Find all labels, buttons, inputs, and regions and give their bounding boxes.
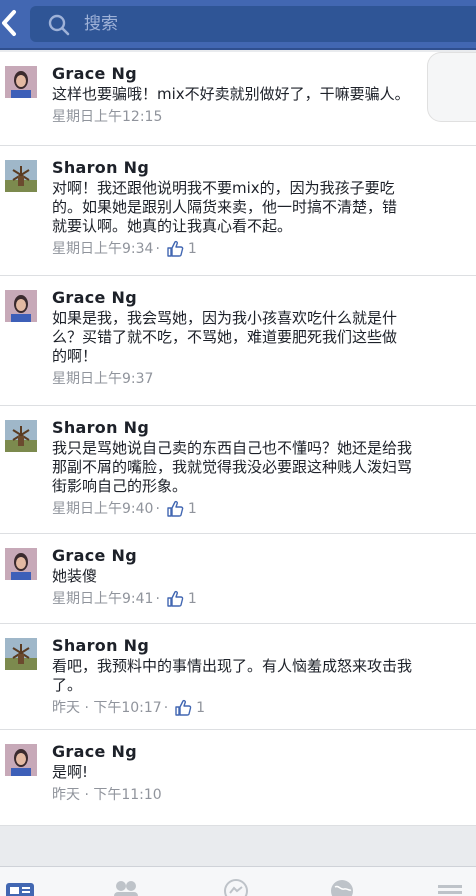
search-placeholder: 搜索 [84, 14, 118, 34]
comment-text-line: 看吧，我预料中的事情出现了。有人恼羞成怒来攻击我 [52, 657, 413, 675]
bottom-nav [0, 866, 476, 896]
meta-separator: · [155, 591, 160, 607]
comment-time[interactable]: 星期日上午9:41 [52, 589, 153, 609]
comment-meta: 昨天 · 下午11:10 [52, 785, 476, 805]
comment-text-line: 我只是骂她说自己卖的东西自己也不懂吗？她还是给我 [52, 439, 413, 457]
search-icon [48, 14, 70, 36]
avatar[interactable] [5, 744, 37, 776]
avatar[interactable] [5, 420, 37, 452]
comment-time[interactable]: 昨天 · 下午10:17 [52, 698, 162, 718]
comment-text: 这样也要骗哦！mix不好卖就别做好了，干嘛要骗人。 [52, 85, 410, 103]
comment: Sharon Ng 对啊！我还跟他说明我不要mix的，因为我孩子要吃 的。如果她… [0, 146, 476, 276]
meta-separator: · [155, 501, 160, 517]
meta-separator: · [163, 700, 169, 716]
back-chevron-icon[interactable] [0, 8, 22, 38]
avatar[interactable] [5, 160, 37, 192]
comment-author[interactable]: Grace Ng [52, 742, 476, 762]
comment-time[interactable]: 昨天 · 下午11:10 [52, 785, 162, 805]
like-thumb-icon [167, 590, 184, 607]
comment-author[interactable]: Grace Ng [52, 546, 476, 566]
messenger-icon[interactable] [220, 877, 252, 896]
comment-text-line: 如果是我，我会骂她，因为我小孩喜欢吃什么就是什 [52, 309, 398, 327]
comment-meta: 星期日上午12:15 [52, 107, 476, 127]
comment-text-line: 的啊！ [52, 347, 98, 365]
comment-meta: 星期日上午9:40 · 1 [52, 499, 476, 519]
like-count[interactable]: 1 [188, 589, 197, 609]
comment-author[interactable]: Sharon Ng [52, 636, 476, 656]
news-feed-icon[interactable] [4, 877, 36, 896]
comment-text-line: 街影响自己的形象。 [52, 477, 188, 495]
comment-meta: 昨天 · 下午10:17 · 1 [52, 698, 476, 718]
comment-text-line: 对啊！我还跟他说明我不要mix的，因为我孩子要吃 [52, 179, 395, 197]
comment-author[interactable]: Grace Ng [52, 288, 476, 308]
comment-text-line: 那副不屑的嘴脸，我就觉得我没必要跟这种贱人泼妇骂 [52, 458, 413, 476]
comment: Sharon Ng 看吧，我预料中的事情出现了。有人恼羞成怒来攻击我 了。 昨天… [0, 624, 476, 730]
like-count[interactable]: 1 [188, 239, 197, 259]
comment-text-line: 了。 [52, 676, 83, 694]
like-thumb-icon [167, 240, 184, 257]
top-bar: 搜索 [0, 0, 476, 50]
comment-text: 是啊! [52, 763, 89, 781]
comment-text: 她装傻 [52, 567, 98, 585]
comment-time[interactable]: 星期日上午9:34 [52, 239, 153, 259]
scroll-overlay [427, 52, 476, 122]
comment-meta: 星期日上午9:41 · 1 [52, 589, 476, 609]
like-count[interactable]: 1 [188, 499, 197, 519]
like-thumb-icon [175, 699, 192, 716]
avatar[interactable] [5, 290, 37, 322]
comment-meta: 星期日上午9:34 · 1 [52, 239, 476, 259]
comment-text-line: 就要认啊。她真的让我真心看不起。 [52, 217, 293, 235]
globe-icon[interactable] [326, 877, 358, 896]
avatar[interactable] [5, 638, 37, 670]
comment-author[interactable]: Sharon Ng [52, 418, 476, 438]
comment-time[interactable]: 星期日上午9:40 [52, 499, 153, 519]
comment: Sharon Ng 我只是骂她说自己卖的东西自己也不懂吗？她还是给我 那副不屑的… [0, 406, 476, 534]
comment: Grace Ng 这样也要骗哦！mix不好卖就别做好了，干嘛要骗人。 星期日上午… [0, 52, 476, 146]
menu-icon[interactable] [434, 877, 466, 896]
friends-icon[interactable] [110, 877, 142, 896]
comment-time[interactable]: 星期日上午12:15 [52, 107, 162, 127]
comment: Grace Ng 她装傻 星期日上午9:41 · 1 [0, 534, 476, 624]
search-input[interactable]: 搜索 [30, 6, 476, 42]
comment-text-line: 的。如果她是跟别人隔货来卖，他一时搞不清楚，错 [52, 198, 398, 216]
like-thumb-icon [167, 500, 184, 517]
comment-list: Grace Ng 这样也要骗哦！mix不好卖就别做好了，干嘛要骗人。 星期日上午… [0, 52, 476, 826]
comment-author[interactable]: Grace Ng [52, 64, 476, 84]
like-count[interactable]: 1 [196, 698, 205, 718]
comment-time[interactable]: 星期日上午9:37 [52, 369, 153, 389]
comment-meta: 星期日上午9:37 [52, 369, 476, 389]
comment: Grace Ng 如果是我，我会骂她，因为我小孩喜欢吃什么就是什 么？买错了就不… [0, 276, 476, 406]
comment: Grace Ng 是啊! 昨天 · 下午11:10 [0, 730, 476, 826]
avatar[interactable] [5, 548, 37, 580]
meta-separator: · [155, 241, 160, 257]
comment-author[interactable]: Sharon Ng [52, 158, 476, 178]
avatar[interactable] [5, 66, 37, 98]
comment-text-line: 么？买错了就不吃，不骂她，难道要肥死我们这些做 [52, 328, 398, 346]
